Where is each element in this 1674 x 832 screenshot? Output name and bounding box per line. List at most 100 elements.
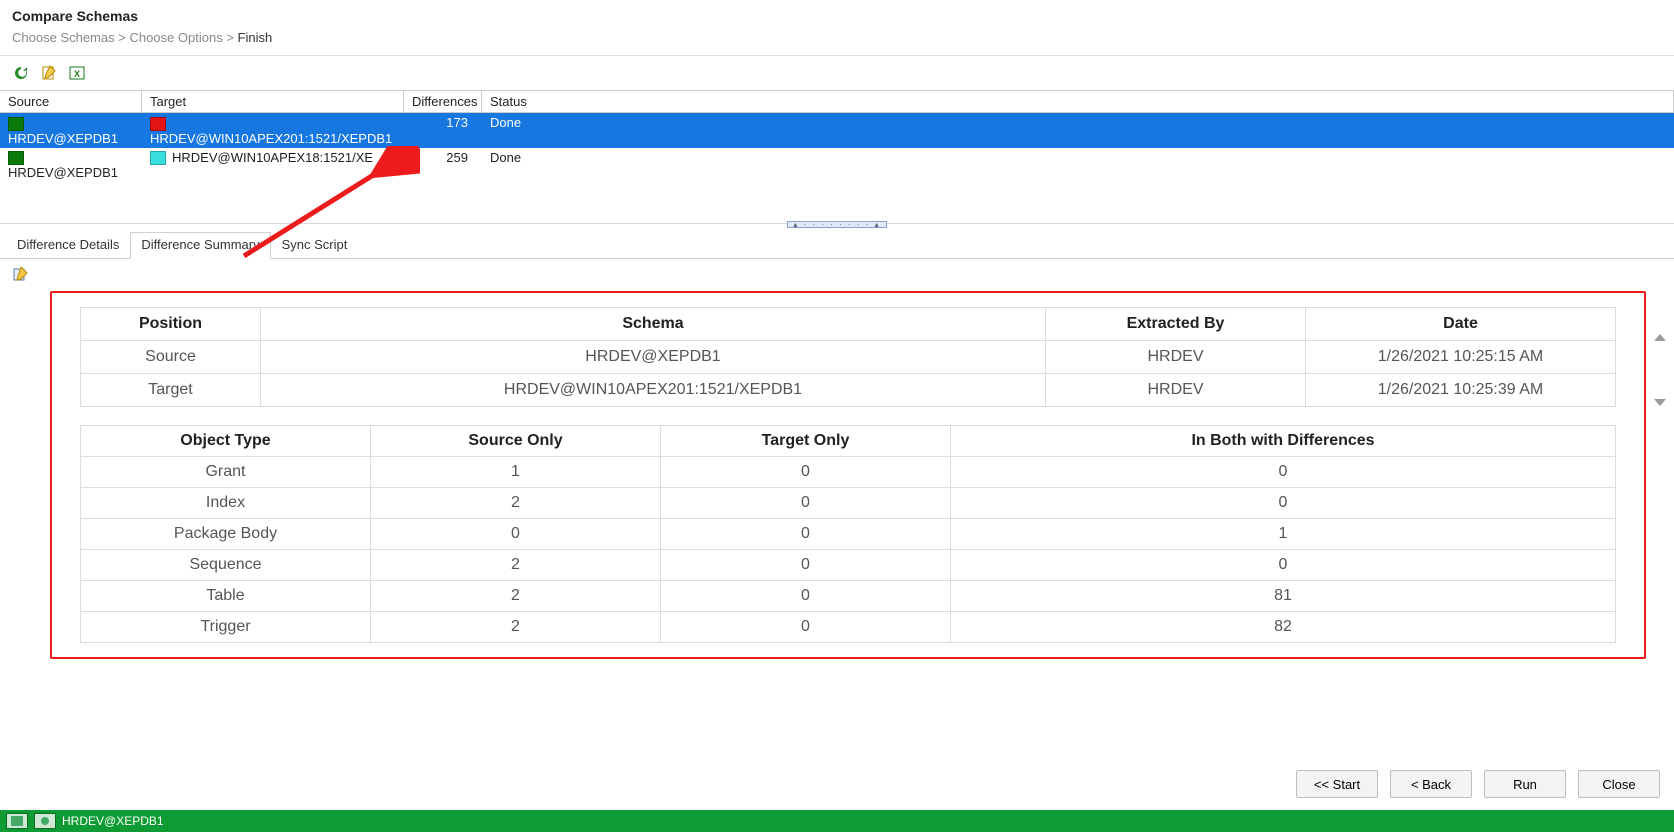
cell-date: 1/26/2021 10:25:39 AM [1306, 374, 1616, 407]
cell-object-type: Trigger [81, 612, 371, 643]
result-tabs: Difference Details Difference Summary Sy… [0, 231, 1674, 259]
tab-difference-details[interactable]: Difference Details [6, 232, 130, 259]
edit-script-icon[interactable] [40, 64, 58, 82]
cell-both-diff: 0 [951, 550, 1616, 581]
cell-position: Target [81, 374, 261, 407]
cell-both-diff: 1 [951, 519, 1616, 550]
cell-schema: HRDEV@WIN10APEX201:1521/XEPDB1 [261, 374, 1046, 407]
cell-source-only: 1 [371, 457, 661, 488]
wizard-buttons: << Start < Back Run Close [1296, 770, 1660, 798]
diff-count: 259 [404, 148, 482, 183]
vertical-scroll [1652, 334, 1668, 406]
target-color-swatch [150, 117, 166, 131]
cell-object-type: Sequence [81, 550, 371, 581]
target-name: HRDEV@WIN10APEX18:1521/XE [172, 150, 373, 165]
cell-source-only: 2 [371, 581, 661, 612]
th-position: Position [81, 308, 261, 341]
export-excel-icon[interactable]: X [68, 64, 86, 82]
target-name: HRDEV@WIN10APEX201:1521/XEPDB1 [150, 131, 392, 146]
diff-count: 173 [404, 113, 482, 148]
cell-source-only: 2 [371, 612, 661, 643]
breadcrumb-step-1[interactable]: Choose Schemas [12, 30, 115, 45]
cell-date: 1/26/2021 10:25:15 AM [1306, 341, 1616, 374]
th-both-diff: In Both with Differences [951, 426, 1616, 457]
cell-target-only: 0 [661, 457, 951, 488]
grid-header-status[interactable]: Status [482, 91, 1674, 112]
grid-header-diff[interactable]: Differences [404, 91, 482, 112]
th-extractedby: Extracted By [1046, 308, 1306, 341]
cell-both-diff: 81 [951, 581, 1616, 612]
schema-info-table: Position Schema Extracted By Date Source… [80, 307, 1616, 407]
source-color-swatch [8, 117, 24, 131]
cell-target-only: 0 [661, 550, 951, 581]
cell-source-only: 0 [371, 519, 661, 550]
status-text: Done [482, 113, 1674, 148]
table-row: Table2081 [81, 581, 1616, 612]
start-button[interactable]: << Start [1296, 770, 1378, 798]
close-button[interactable]: Close [1578, 770, 1660, 798]
edit-summary-icon[interactable] [12, 265, 30, 283]
back-button[interactable]: < Back [1390, 770, 1472, 798]
summary-highlight-box: Position Schema Extracted By Date Source… [50, 291, 1646, 659]
status-connection: HRDEV@XEPDB1 [62, 814, 164, 828]
summary-area: Position Schema Extracted By Date Source… [50, 291, 1646, 691]
status-icon-2[interactable] [34, 813, 56, 829]
comparison-grid: Source Target Differences Status HRDEV@X… [0, 90, 1674, 221]
table-row: Grant100 [81, 457, 1616, 488]
cell-both-diff: 0 [951, 488, 1616, 519]
table-row: SourceHRDEV@XEPDB1HRDEV1/26/2021 10:25:1… [81, 341, 1616, 374]
th-target-only: Target Only [661, 426, 951, 457]
cell-both-diff: 82 [951, 612, 1616, 643]
source-name: HRDEV@XEPDB1 [8, 165, 118, 180]
status-text: Done [482, 148, 1674, 183]
page-title: Compare Schemas [0, 0, 1674, 28]
grid-header-target[interactable]: Target [142, 91, 404, 112]
target-color-swatch [150, 151, 166, 165]
cell-target-only: 0 [661, 488, 951, 519]
cell-object-type: Index [81, 488, 371, 519]
scroll-down-icon[interactable] [1654, 399, 1666, 406]
object-diff-table: Object Type Source Only Target Only In B… [80, 425, 1616, 643]
table-row[interactable]: HRDEV@XEPDB1 HRDEV@WIN10APEX201:1521/XEPD… [0, 113, 1674, 148]
th-schema: Schema [261, 308, 1046, 341]
source-color-swatch [8, 151, 24, 165]
cell-source-only: 2 [371, 488, 661, 519]
cell-target-only: 0 [661, 612, 951, 643]
svg-text:X: X [74, 69, 80, 79]
source-name: HRDEV@XEPDB1 [8, 131, 118, 146]
status-icon-1[interactable] [6, 813, 28, 829]
tab-sync-script[interactable]: Sync Script [271, 232, 359, 259]
cell-extractedby: HRDEV [1046, 374, 1306, 407]
th-source-only: Source Only [371, 426, 661, 457]
cell-source-only: 2 [371, 550, 661, 581]
cell-both-diff: 0 [951, 457, 1616, 488]
cell-target-only: 0 [661, 519, 951, 550]
breadcrumb-step-current: Finish [238, 30, 273, 45]
run-button[interactable]: Run [1484, 770, 1566, 798]
table-row: Package Body001 [81, 519, 1616, 550]
table-row[interactable]: HRDEV@XEPDB1 HRDEV@WIN10APEX18:1521/XE 259… [0, 148, 1674, 183]
table-row: Index200 [81, 488, 1616, 519]
toolbar: X [0, 56, 1674, 90]
horizontal-splitter: ▴ · · · · · · · · ▴ [0, 223, 1674, 229]
table-row: Sequence200 [81, 550, 1616, 581]
cell-target-only: 0 [661, 581, 951, 612]
cell-position: Source [81, 341, 261, 374]
th-date: Date [1306, 308, 1616, 341]
breadcrumb: Choose Schemas > Choose Options > Finish [0, 28, 1674, 55]
grid-header-source[interactable]: Source [0, 91, 142, 112]
tab-difference-summary[interactable]: Difference Summary [130, 232, 270, 259]
breadcrumb-step-2[interactable]: Choose Options [129, 30, 222, 45]
table-row: TargetHRDEV@WIN10APEX201:1521/XEPDB1HRDE… [81, 374, 1616, 407]
cell-schema: HRDEV@XEPDB1 [261, 341, 1046, 374]
cell-extractedby: HRDEV [1046, 341, 1306, 374]
splitter-handle[interactable]: ▴ · · · · · · · · ▴ [787, 221, 887, 228]
th-object-type: Object Type [81, 426, 371, 457]
scroll-up-icon[interactable] [1654, 334, 1666, 341]
refresh-icon[interactable] [12, 64, 30, 82]
cell-object-type: Package Body [81, 519, 371, 550]
cell-object-type: Table [81, 581, 371, 612]
table-row: Trigger2082 [81, 612, 1616, 643]
cell-object-type: Grant [81, 457, 371, 488]
status-bar: HRDEV@XEPDB1 [0, 810, 1674, 832]
